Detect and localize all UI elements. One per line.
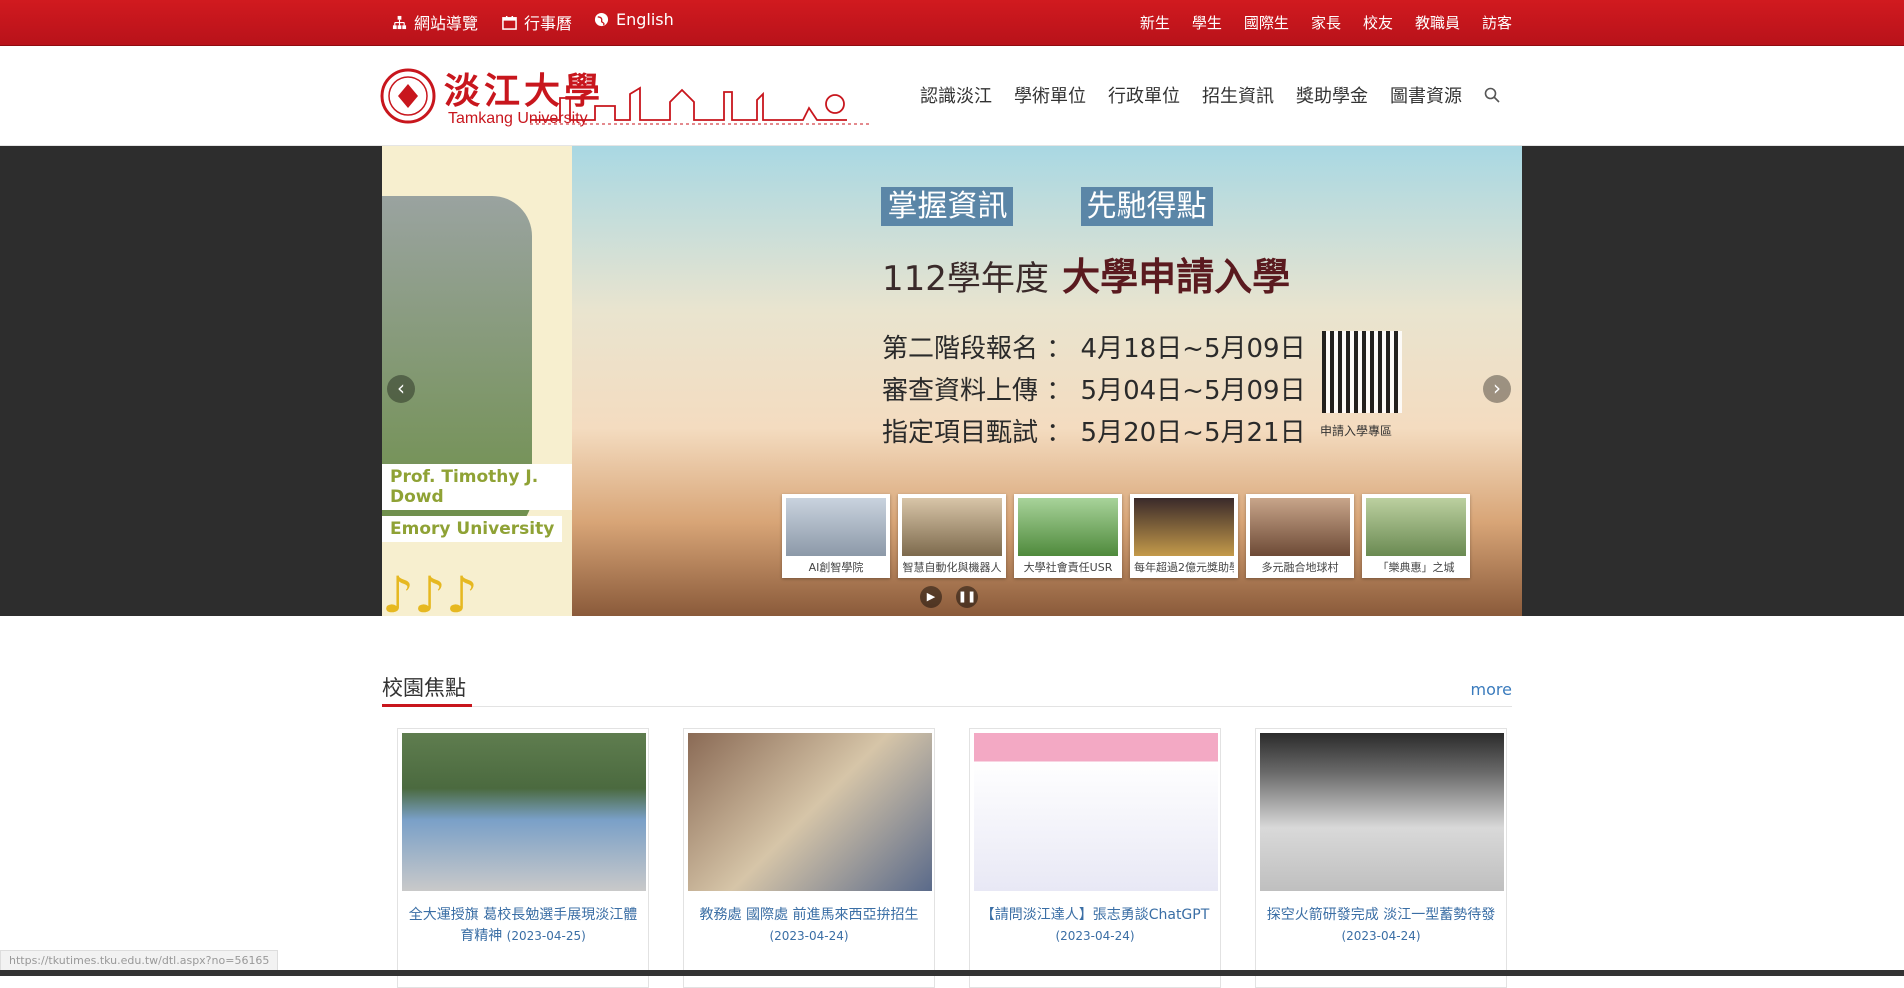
news-cards: 全大運授旗 葛校長勉選手展現淡江體育精神 (2023-04-25) 教務處 國際… <box>397 728 1507 988</box>
schedule-label: 第二階段報名 <box>882 334 1039 364</box>
audience-students[interactable]: 學生 <box>1192 12 1222 33</box>
schedule-row: 指定項目甄試 ： 5月20日~5月21日 <box>882 418 1306 448</box>
nav-scholarships[interactable]: 獎助學金 <box>1296 82 1368 108</box>
calendar-icon <box>502 15 517 30</box>
main-nav: 認識淡江 學術單位 行政單位 招生資訊 獎助學金 圖書資源 <box>920 82 1500 108</box>
globe-icon <box>594 12 609 27</box>
news-image <box>402 733 646 891</box>
english-link[interactable]: English <box>594 10 674 29</box>
feature-thumb: 智慧自動化與機器人 <box>898 494 1006 578</box>
browser-status-url: https://tkutimes.tku.edu.tw/dtl.aspx?no=… <box>0 950 279 972</box>
news-title: 教務處 國際處 前進馬來西亞拚招生 (2023-04-24) <box>699 907 919 943</box>
news-card[interactable]: 教務處 國際處 前進馬來西亞拚招生 (2023-04-24) <box>683 728 935 988</box>
audience-parents[interactable]: 家長 <box>1311 12 1341 33</box>
feature-thumb: AI創智學院 <box>782 494 890 578</box>
section-title: 校園焦點 <box>382 676 466 700</box>
calendar-label: 行事曆 <box>524 14 573 33</box>
audience-alumni[interactable]: 校友 <box>1363 12 1393 33</box>
news-image <box>688 733 932 891</box>
calendar-link[interactable]: 行事曆 <box>502 10 572 34</box>
news-date: (2023-04-24) <box>1055 929 1135 943</box>
headline-right: 先馳得點 <box>1080 187 1213 226</box>
carousel-prev-button[interactable]: ‹ <box>387 375 415 403</box>
section-divider <box>382 706 1512 707</box>
feature-thumb: 「樂典惠」之城 <box>1362 494 1470 578</box>
section-underline <box>382 704 472 707</box>
professor-university: Emory University <box>382 516 563 542</box>
sitemap-label: 網站導覽 <box>414 14 479 33</box>
qr-label: 申請入學專區 <box>1320 424 1393 438</box>
audience-visitors[interactable]: 訪客 <box>1482 12 1512 33</box>
news-title: 探空火箭研發完成 淡江一型蓄勢待發 (2023-04-24) <box>1266 907 1496 943</box>
news-image <box>974 733 1218 891</box>
hero-carousel: ♪♪♪ Prof. Timothy J. Dowd Emory Universi… <box>382 146 1522 616</box>
audience-international[interactable]: 國際生 <box>1244 12 1289 33</box>
schedule-label: 審查資料上傳 <box>882 376 1039 406</box>
logo-chinese-name: 淡江大學 <box>444 70 605 112</box>
audience-menu: 新生 學生 國際生 家長 校友 教職員 訪客 <box>1140 12 1512 33</box>
nav-library[interactable]: 圖書資源 <box>1390 82 1462 108</box>
feature-thumb: 大學社會責任USR <box>1014 494 1122 578</box>
feature-thumbnails: AI創智學院 智慧自動化與機器人 大學社會責任USR 每年超過2億元獎助學金 多… <box>782 494 1470 578</box>
schedule-date: 5月20日~5月21日 <box>1080 418 1306 448</box>
audience-staff[interactable]: 教職員 <box>1415 12 1460 33</box>
news-card[interactable]: 【請問淡江達人】張志勇談ChatGPT (2023-04-24) <box>969 728 1221 988</box>
feature-thumb: 每年超過2億元獎助學金 <box>1130 494 1238 578</box>
news-date: (2023-04-24) <box>1341 929 1421 943</box>
schedule-row: 第二階段報名 ： 4月18日~5月09日 <box>882 334 1306 364</box>
news-image <box>1260 733 1504 891</box>
banner-title-main: 大學申請入學 <box>1062 255 1291 299</box>
professor-name: Prof. Timothy J. Dowd <box>382 464 572 510</box>
nav-academics[interactable]: 學術單位 <box>1014 82 1086 108</box>
bottom-strip <box>0 970 1904 976</box>
nav-admissions[interactable]: 招生資訊 <box>1202 82 1274 108</box>
carousel-pause-button[interactable]: ❚❚ <box>956 586 978 608</box>
nav-administration[interactable]: 行政單位 <box>1108 82 1180 108</box>
news-title: 【請問淡江達人】張志勇談ChatGPT (2023-04-24) <box>980 907 1210 943</box>
news-title: 全大運授旗 葛校長勉選手展現淡江體育精神 (2023-04-25) <box>408 907 638 944</box>
news-date: (2023-04-25) <box>506 929 586 943</box>
carousel-next-button[interactable]: › <box>1483 375 1511 403</box>
feature-thumb: 多元融合地球村 <box>1246 494 1354 578</box>
more-link[interactable]: more <box>1471 680 1512 699</box>
headline-left: 掌握資訊 <box>881 187 1014 226</box>
qr-code[interactable] <box>1322 331 1402 413</box>
carousel-play-button[interactable]: ▶ <box>920 586 942 608</box>
top-bar: 網站導覽 行事曆 English 新生 學生 國際生 家長 校友 教職員 訪客 <box>0 0 1904 46</box>
site-header: 淡江大學 Tamkang University 認識淡江 學術單位 行政單位 招… <box>0 46 1904 146</box>
english-label: English <box>616 10 674 29</box>
news-date: (2023-04-24) <box>769 929 849 943</box>
schedule-label: 指定項目甄試 <box>882 418 1039 448</box>
banner-title-prefix: 112學年度 <box>882 259 1049 299</box>
banner-title: 112學年度 大學申請入學 <box>882 246 1290 301</box>
banner-headline: 掌握資訊 先馳得點 <box>572 181 1522 226</box>
music-note-decoration: ♪♪♪ <box>382 566 478 616</box>
admission-slide[interactable]: 掌握資訊 先馳得點 112學年度 大學申請入學 第二階段報名 ： 4月18日~5… <box>572 146 1522 616</box>
schedule-row: 審查資料上傳 ： 5月04日~5月09日 <box>882 376 1306 406</box>
audience-new-students[interactable]: 新生 <box>1140 12 1170 33</box>
search-icon[interactable] <box>1484 87 1500 103</box>
schedule-date: 5月04日~5月09日 <box>1080 376 1306 406</box>
logo-english-name: Tamkang University <box>448 110 588 127</box>
sitemap-link[interactable]: 網站導覽 <box>392 10 478 34</box>
university-logo[interactable]: 淡江大學 Tamkang University <box>380 64 875 136</box>
news-card[interactable]: 探空火箭研發完成 淡江一型蓄勢待發 (2023-04-24) <box>1255 728 1507 988</box>
nav-about[interactable]: 認識淡江 <box>920 82 992 108</box>
news-card[interactable]: 全大運授旗 葛校長勉選手展現淡江體育精神 (2023-04-25) <box>397 728 649 988</box>
professor-caption: Prof. Timothy J. Dowd Emory University <box>382 464 572 548</box>
sitemap-icon <box>392 15 407 29</box>
schedule-date: 4月18日~5月09日 <box>1080 334 1306 364</box>
